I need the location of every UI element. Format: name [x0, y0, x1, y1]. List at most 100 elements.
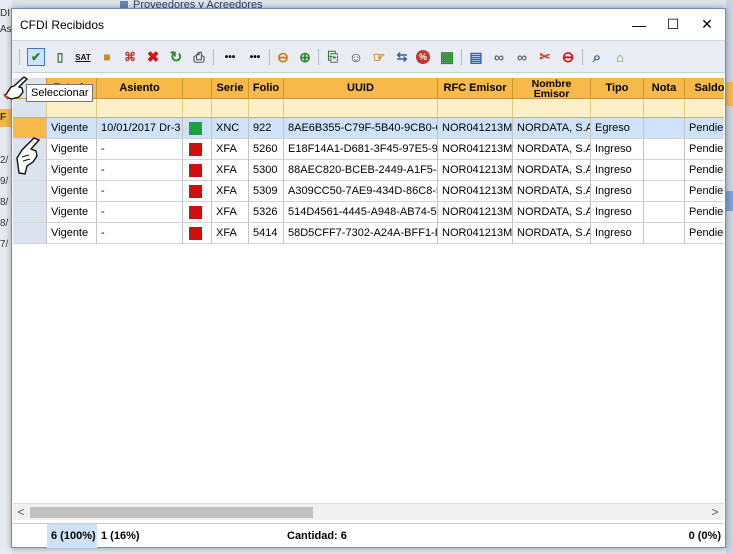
refresh-icon[interactable]: ↻ — [167, 48, 185, 66]
tag-icon[interactable]: ⌂ — [611, 48, 629, 66]
percent-icon[interactable]: % — [416, 50, 430, 64]
cell-nombre-emisor[interactable]: NORDATA, S.A. — [513, 118, 591, 139]
cell-status[interactable] — [183, 118, 212, 139]
cell-serie[interactable]: XFA — [212, 139, 249, 160]
cell-nombre-emisor[interactable]: NORDATA, S.A. — [513, 181, 591, 202]
cell-serie[interactable]: XFA — [212, 160, 249, 181]
dots-left-icon[interactable]: ••• — [218, 48, 242, 66]
scroll-right-button[interactable]: > — [707, 505, 723, 520]
filter-cell[interactable] — [438, 99, 513, 118]
filter-cell[interactable] — [591, 99, 644, 118]
cell-folio[interactable]: 5326 — [249, 202, 284, 223]
cell-tipo[interactable]: Ingreso — [591, 202, 644, 223]
row-selector[interactable] — [13, 223, 47, 244]
scroll-thumb[interactable] — [30, 507, 313, 518]
cell-nota[interactable] — [644, 223, 685, 244]
filter-cell[interactable] — [284, 99, 438, 118]
clipboard-icon[interactable]: ⎘ — [324, 48, 342, 66]
cell-status[interactable] — [183, 181, 212, 202]
zoom-in-icon[interactable]: ⊕ — [296, 48, 314, 66]
cell-saldo[interactable]: Pendiente — [685, 118, 724, 139]
cell-nombre-emisor[interactable]: NORDATA, S.A. — [513, 223, 591, 244]
minimize-button[interactable]: — — [622, 9, 656, 40]
arrows-icon[interactable]: ⇆ — [393, 48, 411, 66]
unlink-icon[interactable]: ✂ — [536, 48, 554, 66]
zoom-out-icon[interactable]: ⊖ — [274, 48, 292, 66]
cell-estado[interactable]: Vigente — [47, 139, 97, 160]
cell-asiento[interactable]: - — [97, 181, 183, 202]
pdf-icon[interactable]: ⌘ — [121, 48, 139, 66]
cell-status[interactable] — [183, 223, 212, 244]
row-selector[interactable] — [13, 202, 47, 223]
cell-serie[interactable]: XFA — [212, 202, 249, 223]
column-header-serie[interactable]: Serie — [212, 78, 249, 99]
table-row[interactable]: Vigente - XFA 5414 58D5CFF7-7302-A24A-BFF1-B… — [13, 223, 724, 244]
filter-cell[interactable] — [97, 99, 183, 118]
cell-folio[interactable]: 922 — [249, 118, 284, 139]
close-button[interactable]: ✕ — [690, 9, 724, 40]
cell-nombre-emisor[interactable]: NORDATA, S.A. — [513, 160, 591, 181]
column-header-nota[interactable]: Nota — [644, 78, 685, 99]
cell-estado[interactable]: Vigente — [47, 223, 97, 244]
cell-nota[interactable] — [644, 139, 685, 160]
cell-rfc-emisor[interactable]: NOR041213MX — [438, 181, 513, 202]
table-row[interactable]: Vigente - XFA 5326 514D4561-4445-A948-AB74-5… — [13, 202, 724, 223]
cell-uuid[interactable]: A309CC50-7AE9-434D-86C8-57 — [284, 181, 438, 202]
print-icon[interactable]: ⎙ — [190, 48, 208, 66]
cell-saldo[interactable]: Pendiente — [685, 181, 724, 202]
cell-tipo[interactable]: Ingreso — [591, 223, 644, 244]
cell-nota[interactable] — [644, 160, 685, 181]
sat-icon[interactable]: SAT — [74, 48, 92, 66]
column-header-tipo[interactable]: Tipo — [591, 78, 644, 99]
cell-nota[interactable] — [644, 181, 685, 202]
cell-asiento[interactable]: - — [97, 160, 183, 181]
column-header-asiento[interactable]: Asiento — [97, 78, 183, 99]
cell-asiento[interactable]: 10/01/2017 Dr-3 — [97, 118, 183, 139]
table-row[interactable]: Vigente - XFA 5300 88AEC820-BCEB-2449-A1F5-E… — [13, 160, 724, 181]
cell-serie[interactable]: XNC — [212, 118, 249, 139]
cell-rfc-emisor[interactable]: NOR041213MX — [438, 139, 513, 160]
stop-icon[interactable]: ⊖ — [559, 48, 577, 66]
link-add-icon[interactable]: ∞ — [513, 48, 531, 66]
cell-uuid[interactable]: 58D5CFF7-7302-A24A-BFF1-BE — [284, 223, 438, 244]
cell-nombre-emisor[interactable]: NORDATA, S.A. — [513, 139, 591, 160]
table-icon[interactable]: ▤ — [467, 48, 485, 66]
filter-cell[interactable] — [183, 99, 212, 118]
cell-rfc-emisor[interactable]: NOR041213MX — [438, 160, 513, 181]
filter-cell[interactable] — [212, 99, 249, 118]
cell-folio[interactable]: 5300 — [249, 160, 284, 181]
cell-nota[interactable] — [644, 202, 685, 223]
cell-rfc-emisor[interactable]: NOR041213MX — [438, 202, 513, 223]
filter-cell[interactable] — [249, 99, 284, 118]
cell-asiento[interactable]: - — [97, 139, 183, 160]
new-document-icon[interactable]: ▯ — [51, 48, 69, 66]
hand-pointer-icon[interactable]: ☞ — [370, 48, 388, 66]
cell-folio[interactable]: 5309 — [249, 181, 284, 202]
cell-tipo[interactable]: Ingreso — [591, 139, 644, 160]
cell-uuid[interactable]: 88AEC820-BCEB-2449-A1F5-EI — [284, 160, 438, 181]
cell-saldo[interactable]: Pendiente — [685, 139, 724, 160]
filter-cell[interactable] — [685, 99, 724, 118]
cell-rfc-emisor[interactable]: NOR041213MX — [438, 223, 513, 244]
link-icon[interactable]: ∞ — [490, 48, 508, 66]
cell-status[interactable] — [183, 139, 212, 160]
cell-asiento[interactable]: - — [97, 202, 183, 223]
title-bar[interactable]: CFDI Recibidos — ☐ ✕ — [12, 9, 725, 40]
cell-estado[interactable]: Vigente — [47, 181, 97, 202]
cell-serie[interactable]: XFA — [212, 181, 249, 202]
cell-saldo[interactable]: Pendiente — [685, 160, 724, 181]
column-header-nombre-emisor[interactable]: Nombre Emisor — [513, 78, 591, 99]
cell-estado[interactable]: Vigente — [47, 118, 97, 139]
row-selector[interactable] — [13, 181, 47, 202]
column-header-rfc-emisor[interactable]: RFC Emisor — [438, 78, 513, 99]
cell-uuid[interactable]: 514D4561-4445-A948-AB74-5E — [284, 202, 438, 223]
cell-tipo[interactable]: Ingreso — [591, 181, 644, 202]
cell-nota[interactable] — [644, 118, 685, 139]
column-header-status[interactable] — [183, 78, 212, 99]
cell-asiento[interactable]: - — [97, 223, 183, 244]
table-row[interactable]: Vigente - XFA 5309 A309CC50-7AE9-434D-86C8-5… — [13, 181, 724, 202]
cell-tipo[interactable]: Egreso — [591, 118, 644, 139]
table-row[interactable]: Vigente 10/01/2017 Dr-3 XNC 922 8AE6B355-C79… — [13, 118, 724, 139]
cell-uuid[interactable]: E18F14A1-D681-3F45-97E5-92 — [284, 139, 438, 160]
cell-nombre-emisor[interactable]: NORDATA, S.A. — [513, 202, 591, 223]
